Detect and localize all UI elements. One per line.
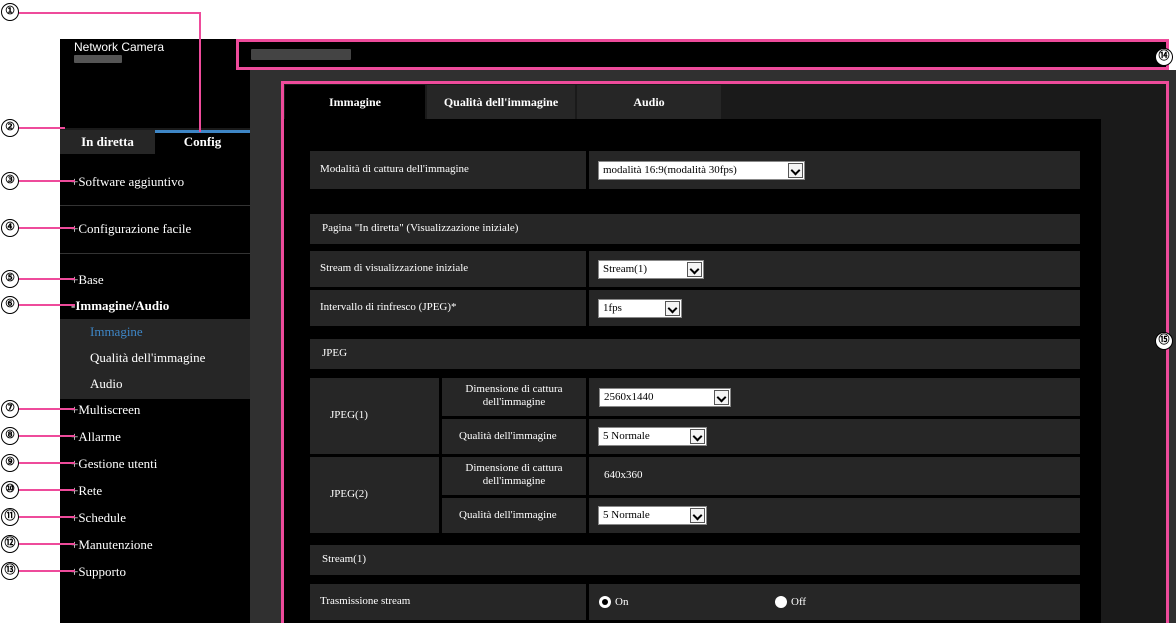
callout-13: ⑬ [1,562,19,580]
callout-5-line [19,278,75,280]
callout-12-line [19,543,75,545]
menu-separator [60,253,250,254]
callout-11-line [19,516,75,518]
callout-1: ① [1,3,19,21]
menu-supporto[interactable]: +Supporto [71,564,126,580]
menu-manutenzione[interactable]: +Manutenzione [71,537,153,553]
menu-immagine-audio[interactable]: -Immagine/Audio [71,298,169,314]
submenu-audio[interactable]: Audio [90,376,123,392]
callout-9-line [19,462,75,464]
callout-10-line [19,489,75,491]
callout-1-line-vertical [199,12,201,132]
camera-model-redacted [251,49,351,60]
callout-3-line [19,180,75,182]
menu-allarme[interactable]: +Allarme [71,429,121,445]
submenu-immagine[interactable]: Immagine [90,324,143,340]
submenu-qualita-immagine[interactable]: Qualità dell'immagine [90,350,205,366]
callout-11: ⑪ [1,508,19,526]
header-bar [236,39,1169,70]
callout-5: ⑤ [1,270,19,288]
tab-config-active-indicator [155,130,250,133]
brand-title: Network Camera [74,40,165,54]
callout-6-line [19,304,75,306]
callout-6: ⑥ [1,296,19,314]
menu-schedule[interactable]: +Schedule [71,510,126,526]
tab-live[interactable]: In diretta [60,130,155,154]
callout-9: ⑨ [1,454,19,472]
highlight-main-panel [281,81,1169,623]
callout-1-line [19,12,201,14]
callout-2-line [19,127,65,129]
menu-rete[interactable]: +Rete [71,483,102,499]
menu-separator [60,205,250,206]
callout-15: ⑮ [1155,332,1173,350]
menu-gestione-utenti[interactable]: +Gestione utenti [71,456,157,472]
callout-7: ⑦ [1,400,19,418]
callout-8: ⑧ [1,427,19,445]
callout-4-line [19,227,75,229]
tab-config[interactable]: Config [155,130,250,154]
callout-7-line [19,408,75,410]
brand-model-redacted [74,55,122,63]
callout-13-line [19,570,75,572]
callout-12: ⑫ [1,535,19,553]
callout-14: ⑭ [1155,48,1173,66]
menu-configurazione-facile[interactable]: +Configurazione facile [71,221,191,237]
callout-2: ② [1,119,19,137]
callout-10: ⑩ [1,481,19,499]
callout-3: ③ [1,172,19,190]
menu-multiscreen[interactable]: +Multiscreen [71,402,140,418]
callout-4: ④ [1,219,19,237]
menu-base[interactable]: +Base [71,272,104,288]
menu-software-aggiuntivo[interactable]: +Software aggiuntivo [71,174,184,190]
callout-8-line [19,435,75,437]
